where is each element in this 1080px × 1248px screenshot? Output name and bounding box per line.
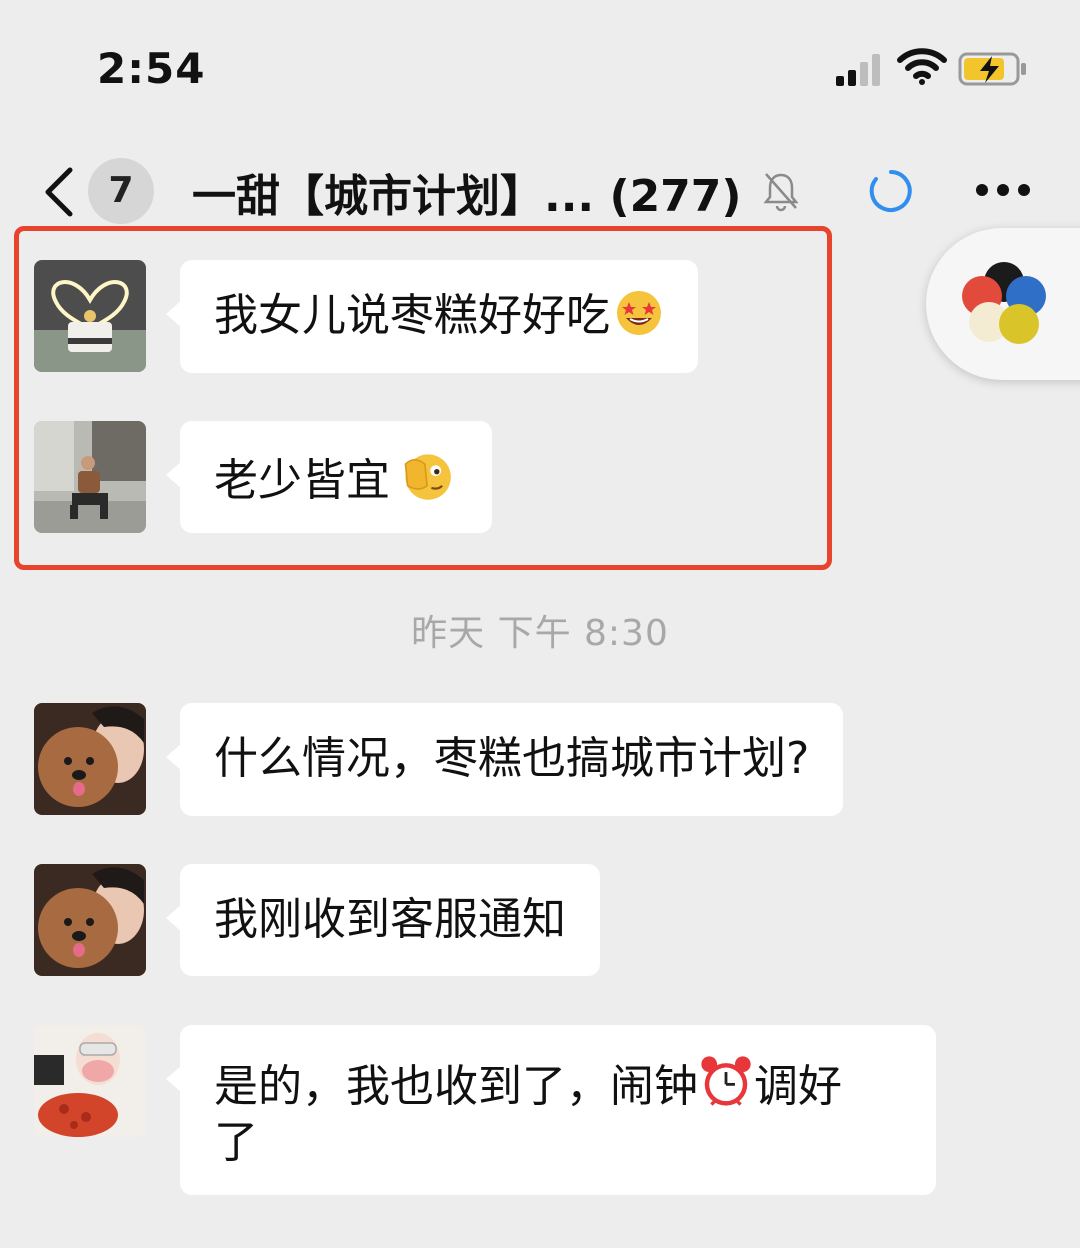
back-arrow-icon[interactable] (40, 166, 80, 218)
muted-bell-icon (763, 173, 799, 212)
message-text: 了 (214, 1117, 258, 1168)
message-bubble[interactable]: 我刚收到客服通知 (166, 864, 600, 976)
chat-header: 7 一甜【城市计划】... (277) (0, 150, 1080, 236)
battery-charging-icon (958, 52, 1026, 86)
message-text: 什么情况，枣糕也搞城市计划? (214, 733, 810, 784)
message-bubble[interactable]: 是的，我也收到了，闹钟 调好了 (166, 1025, 936, 1195)
loading-ring-icon[interactable] (868, 168, 914, 214)
message-text: 是的，我也收到了，闹钟 (214, 1061, 698, 1112)
floating-mini-program-button[interactable] (926, 228, 1080, 380)
message-text: 我刚收到客服通知 (214, 894, 566, 945)
alarm-clock-emoji-icon (701, 1056, 751, 1106)
status-time: 2:54 (97, 44, 206, 93)
more-options-icon[interactable] (976, 184, 1030, 198)
message-bubble[interactable]: 什么情况，枣糕也搞城市计划? (165, 703, 844, 816)
avatar-woman-with-dog[interactable] (34, 864, 146, 976)
message-text: 调好 (754, 1061, 842, 1112)
chat-title: 一甜【城市计划】... (277) (192, 171, 742, 222)
avatar-masked-woman[interactable] (34, 1025, 146, 1137)
unread-count-badge[interactable]: 7 (88, 158, 154, 224)
time-divider: 昨天 下午 8:30 (411, 613, 669, 654)
wifi-icon (897, 48, 947, 85)
colorful-circles-logo-icon (962, 262, 1046, 344)
avatar-woman-with-dog[interactable] (34, 703, 146, 815)
signal-icon (836, 54, 884, 86)
status-bar: 2:54 (0, 0, 1080, 130)
annotation-highlight-box (14, 226, 832, 570)
